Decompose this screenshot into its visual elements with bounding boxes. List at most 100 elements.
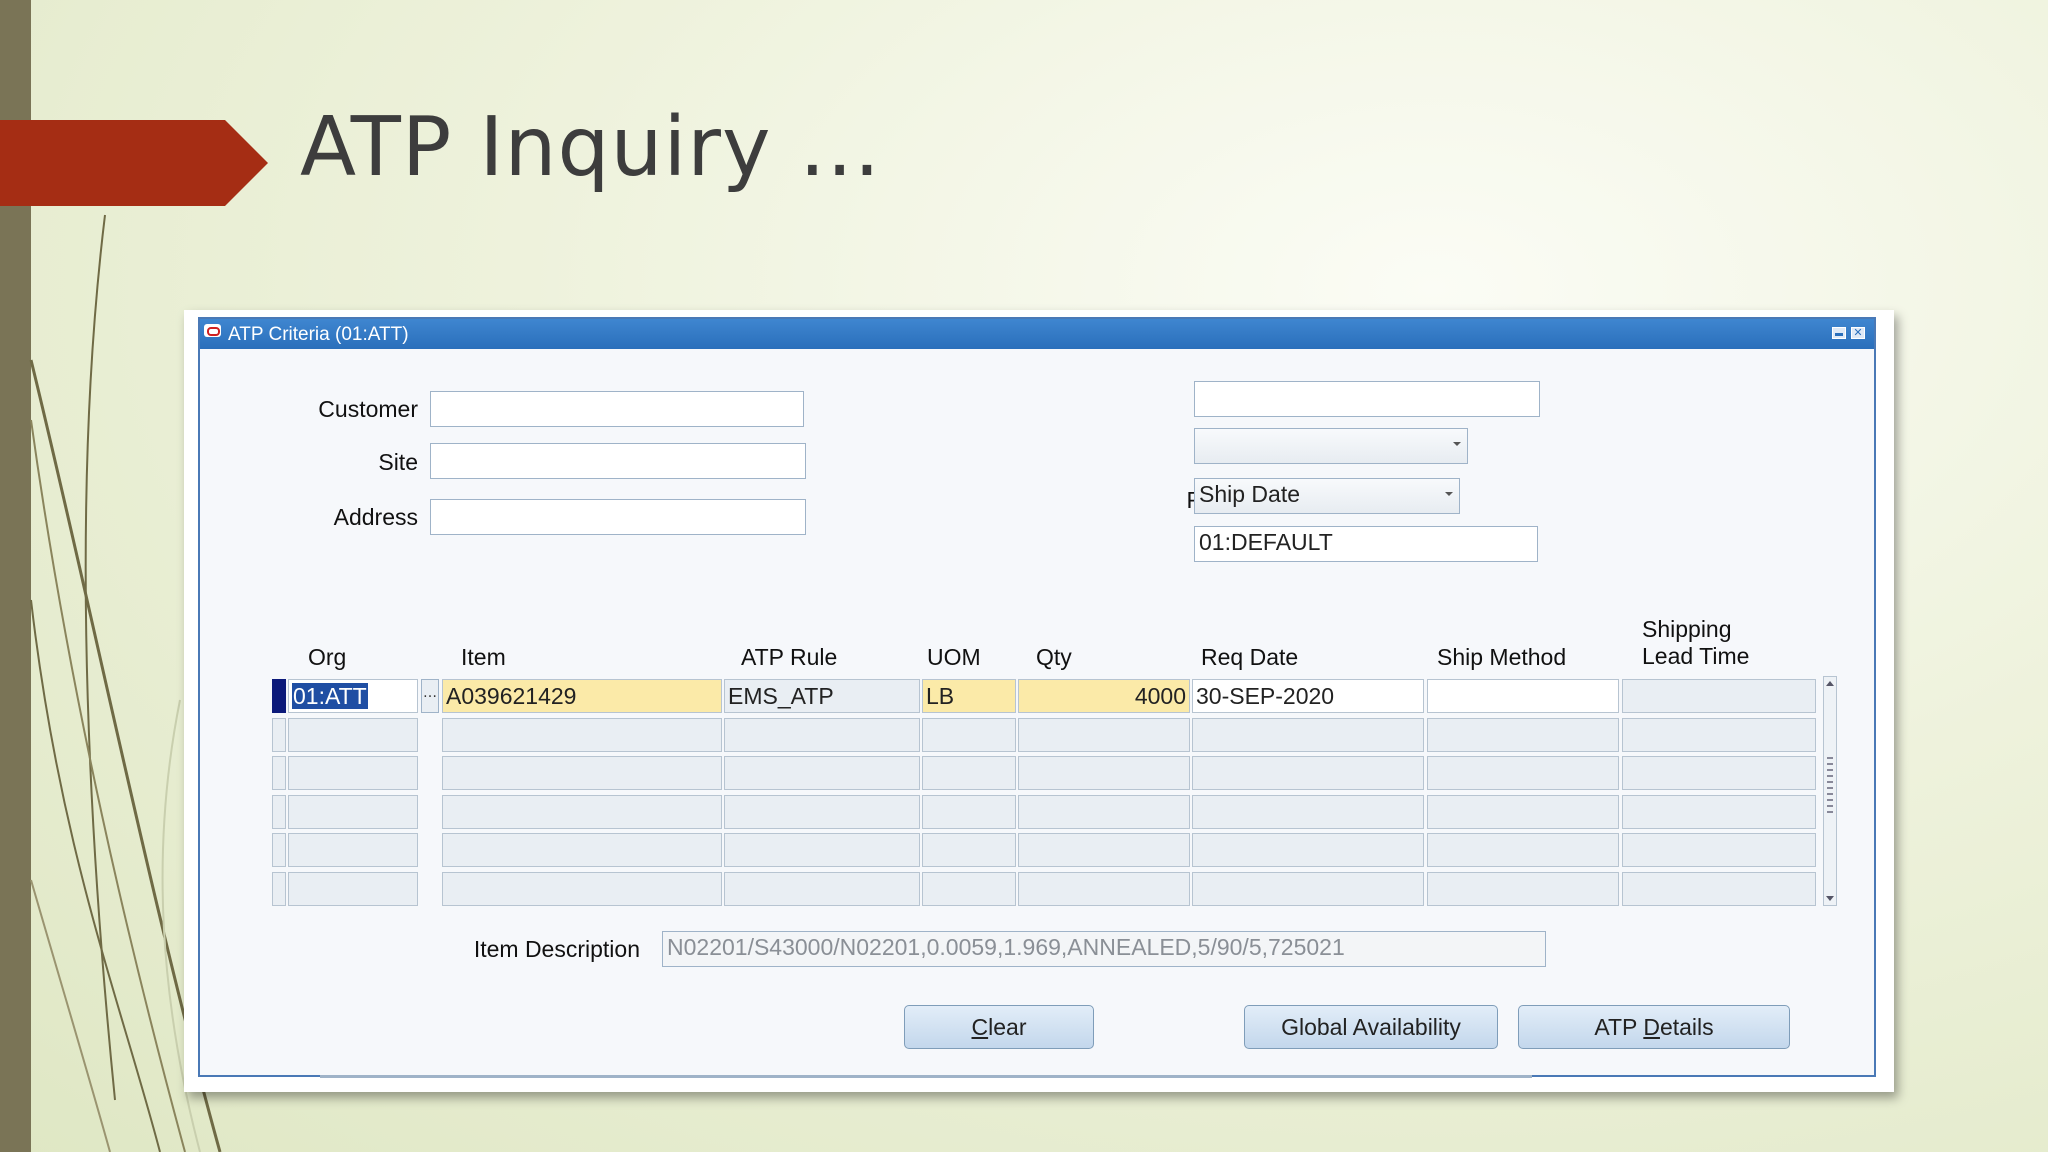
atp-details-button-rest: etails xyxy=(1659,1014,1714,1040)
column-header-qty: Qty xyxy=(1036,644,1072,670)
grid-cell-lead-time[interactable] xyxy=(1622,718,1816,752)
grid-cell-item[interactable] xyxy=(442,756,722,790)
site-field[interactable] xyxy=(430,443,806,479)
row-indicator[interactable] xyxy=(272,872,286,906)
grid-cell-item[interactable] xyxy=(442,718,722,752)
column-header-ship-method: Ship Method xyxy=(1437,644,1567,670)
grid-cell-uom[interactable] xyxy=(922,833,1016,867)
request-date-type-value: Ship Date xyxy=(1199,481,1301,507)
customer-label: Customer xyxy=(318,396,418,422)
grid-cell-ship-method[interactable] xyxy=(1427,679,1619,713)
demand-class-field[interactable] xyxy=(1194,381,1540,417)
grid-cell-lead-time[interactable] xyxy=(1622,872,1816,906)
grid-cell-uom[interactable] xyxy=(922,756,1016,790)
column-header-item: Item xyxy=(461,644,506,670)
column-header-shipping-line2: Lead Time xyxy=(1642,643,1750,669)
grid-cell-lead-time[interactable] xyxy=(1622,679,1816,713)
line-set-select[interactable] xyxy=(1194,428,1468,464)
grid-cell-org[interactable]: 01:ATT xyxy=(288,679,418,713)
org-selected-text: 01:ATT xyxy=(292,683,368,709)
column-header-uom: UOM xyxy=(927,644,981,670)
lov-ellipsis-icon[interactable]: … xyxy=(421,679,439,713)
dropdown-arrow-icon[interactable] xyxy=(1445,492,1453,496)
grid-cell-atp-rule[interactable] xyxy=(724,718,920,752)
grid-cell-req-date[interactable]: 30-SEP-2020 xyxy=(1192,679,1424,713)
grid-cell-atp-rule[interactable] xyxy=(724,872,920,906)
atp-details-button-prefix: ATP xyxy=(1594,1014,1644,1040)
scroll-up-arrow-icon[interactable] xyxy=(1826,681,1834,686)
grid-cell-req-date[interactable] xyxy=(1192,872,1424,906)
close-icon[interactable]: ✕ xyxy=(1851,327,1865,339)
grid-cell-lead-time[interactable] xyxy=(1622,833,1816,867)
grid-scrollbar[interactable] xyxy=(1823,676,1837,906)
row-indicator[interactable] xyxy=(272,718,286,752)
grid-cell-item[interactable] xyxy=(442,833,722,867)
dropdown-arrow-icon[interactable] xyxy=(1453,442,1461,446)
window-titlebar[interactable]: ATP Criteria (01:ATT) ✕ xyxy=(200,319,1874,349)
grid-cell-uom[interactable]: LB xyxy=(922,679,1016,713)
global-availability-button[interactable]: Global Availability xyxy=(1244,1005,1498,1049)
window-title: ATP Criteria (01:ATT) xyxy=(228,324,409,345)
address-field[interactable] xyxy=(430,499,806,535)
grid-cell-ship-method[interactable] xyxy=(1427,833,1619,867)
minimize-icon[interactable] xyxy=(1832,327,1846,339)
grid-cell-req-date[interactable] xyxy=(1192,833,1424,867)
grid-cell-req-date[interactable] xyxy=(1192,795,1424,829)
grid-cell-req-date[interactable] xyxy=(1192,756,1424,790)
column-header-req-date: Req Date xyxy=(1201,644,1299,670)
customer-field[interactable] xyxy=(430,391,804,427)
grid-cell-org[interactable] xyxy=(288,795,418,829)
atp-details-button[interactable]: ATP Details xyxy=(1518,1005,1790,1049)
column-header-shipping-line1: Shipping xyxy=(1642,616,1732,642)
grid-cell-item[interactable]: A039621429 xyxy=(442,679,722,713)
grid-cell-ship-method[interactable] xyxy=(1427,872,1619,906)
clear-button-label: lear xyxy=(988,1014,1027,1040)
grid-cell-qty[interactable] xyxy=(1018,795,1190,829)
grid-cell-ship-method[interactable] xyxy=(1427,718,1619,752)
slide-title: ATP Inquiry … xyxy=(300,100,882,195)
grid-cell-org[interactable] xyxy=(288,833,418,867)
grid-cell-qty[interactable] xyxy=(1018,833,1190,867)
grid-cell-qty[interactable] xyxy=(1018,756,1190,790)
grid-cell-lead-time[interactable] xyxy=(1622,795,1816,829)
grid-cell-atp-rule[interactable] xyxy=(724,756,920,790)
atp-details-button-mnemonic: D xyxy=(1643,1014,1660,1040)
item-description-field[interactable]: N02201/S43000/N02201,0.0059,1.969,ANNEAL… xyxy=(662,931,1546,967)
grid-cell-org[interactable] xyxy=(288,718,418,752)
row-indicator[interactable] xyxy=(272,833,286,867)
request-date-type-select[interactable]: Ship Date xyxy=(1194,478,1460,514)
row-indicator[interactable] xyxy=(272,795,286,829)
column-header-atp-rule: ATP Rule xyxy=(741,644,838,670)
window-bottom-edge xyxy=(320,1075,1532,1078)
grid-cell-item[interactable] xyxy=(442,872,722,906)
clear-button[interactable]: Clear xyxy=(904,1005,1094,1049)
grid-cell-org[interactable] xyxy=(288,756,418,790)
item-description-label: Item Description xyxy=(473,936,640,962)
site-label: Site xyxy=(378,449,418,475)
grid-cell-req-date[interactable] xyxy=(1192,718,1424,752)
grid-cell-ship-method[interactable] xyxy=(1427,795,1619,829)
grid-cell-qty[interactable]: 4000 xyxy=(1018,679,1190,713)
row-indicator[interactable] xyxy=(272,756,286,790)
oracle-app-icon xyxy=(204,324,221,337)
grid-cell-qty[interactable] xyxy=(1018,718,1190,752)
row-indicator[interactable] xyxy=(272,679,286,713)
title-arrow-shape xyxy=(0,120,268,206)
grid-cell-uom[interactable] xyxy=(922,872,1016,906)
assignment-set-field[interactable]: 01:DEFAULT xyxy=(1194,526,1538,562)
grid-cell-uom[interactable] xyxy=(922,718,1016,752)
grid-cell-item[interactable] xyxy=(442,795,722,829)
grid-cell-atp-rule[interactable] xyxy=(724,833,920,867)
clear-button-mnemonic: C xyxy=(971,1014,989,1040)
grid-cell-org[interactable] xyxy=(288,872,418,906)
grid-cell-ship-method[interactable] xyxy=(1427,756,1619,790)
grid-cell-lead-time[interactable] xyxy=(1622,756,1816,790)
grid-cell-qty[interactable] xyxy=(1018,872,1190,906)
grid-cell-atp-rule[interactable]: EMS_ATP xyxy=(724,679,920,713)
scroll-grip[interactable] xyxy=(1827,757,1833,817)
column-header-shipping-lead-time: Shipping Lead Time xyxy=(1642,616,1749,670)
column-header-org: Org xyxy=(308,644,347,670)
grid-cell-atp-rule[interactable] xyxy=(724,795,920,829)
scroll-down-arrow-icon[interactable] xyxy=(1826,896,1834,901)
grid-cell-uom[interactable] xyxy=(922,795,1016,829)
